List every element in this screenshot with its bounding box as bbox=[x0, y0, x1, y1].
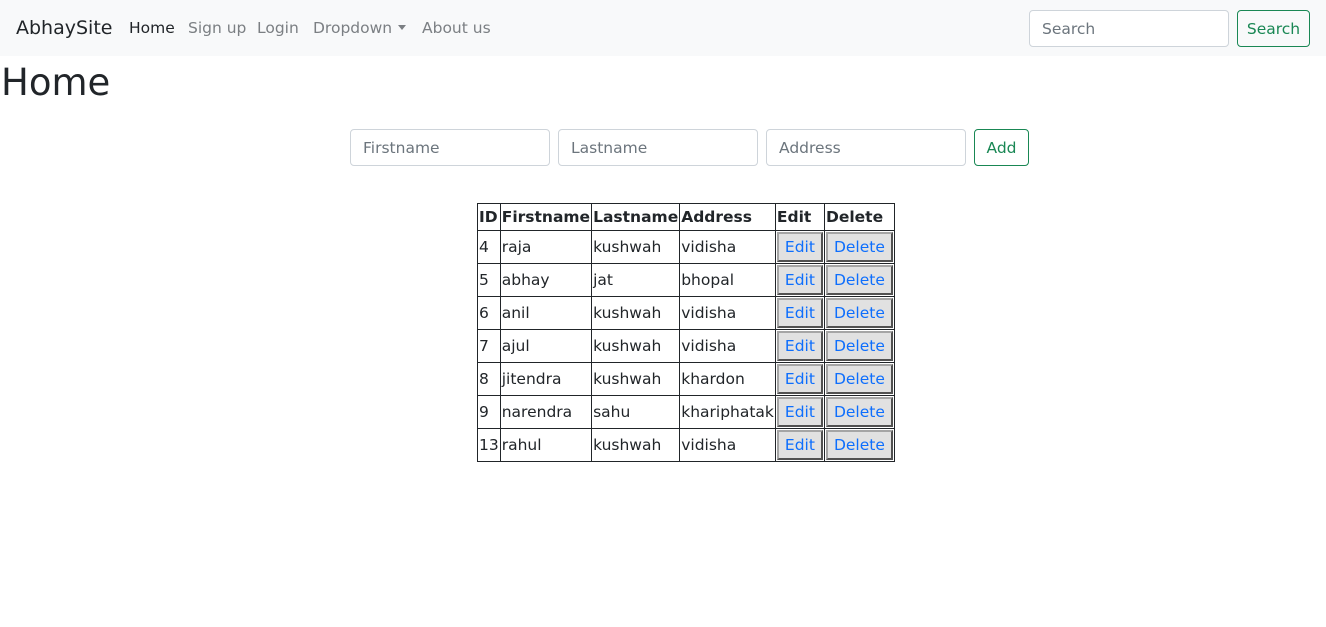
cell-edit: Edit bbox=[774, 395, 825, 429]
table-row: 7 ajul kushwah vidisha Edit Delete bbox=[477, 329, 895, 363]
cell-edit: Edit bbox=[774, 329, 825, 363]
edit-button[interactable]: Edit bbox=[776, 397, 823, 427]
address-input[interactable] bbox=[766, 129, 966, 166]
cell-id: 6 bbox=[477, 296, 501, 330]
header-id: ID bbox=[477, 203, 501, 231]
edit-button[interactable]: Edit bbox=[776, 430, 823, 460]
edit-button[interactable]: Edit bbox=[776, 298, 823, 328]
cell-address: bhopal bbox=[679, 263, 776, 297]
cell-firstname: anil bbox=[499, 296, 593, 330]
nav-item-about[interactable]: About us bbox=[422, 17, 491, 39]
cell-address: vidisha bbox=[679, 428, 776, 462]
cell-firstname: rahul bbox=[499, 428, 593, 462]
add-button[interactable]: Add bbox=[974, 129, 1029, 166]
delete-button[interactable]: Delete bbox=[825, 397, 893, 427]
cell-lastname: kushwah bbox=[591, 296, 681, 330]
navbar: AbhaySite Home Sign up Login Dropdown Ab… bbox=[0, 0, 1326, 56]
table-header-row: ID Firstname Lastname Address Edit Delet… bbox=[477, 203, 895, 231]
dropdown-label: Dropdown bbox=[313, 19, 393, 37]
cell-id: 8 bbox=[477, 362, 501, 396]
records-table: ID Firstname Lastname Address Edit Delet… bbox=[477, 203, 895, 462]
cell-id: 13 bbox=[477, 428, 501, 462]
search-button[interactable]: Search bbox=[1237, 10, 1310, 47]
cell-id: 9 bbox=[477, 395, 501, 429]
cell-firstname: ajul bbox=[499, 329, 593, 363]
table-row: 5 abhay jat bhopal Edit Delete bbox=[477, 263, 895, 297]
delete-button[interactable]: Delete bbox=[825, 364, 893, 394]
caret-down-icon bbox=[398, 25, 407, 30]
delete-button[interactable]: Delete bbox=[825, 430, 893, 460]
nav-item-signup[interactable]: Sign up bbox=[188, 17, 246, 39]
delete-button[interactable]: Delete bbox=[825, 331, 893, 361]
delete-button[interactable]: Delete bbox=[825, 298, 893, 328]
cell-delete: Delete bbox=[823, 230, 895, 264]
header-edit: Edit bbox=[774, 203, 825, 231]
cell-id: 7 bbox=[477, 329, 501, 363]
cell-edit: Edit bbox=[774, 230, 825, 264]
cell-lastname: kushwah bbox=[591, 329, 681, 363]
cell-firstname: narendra bbox=[499, 395, 593, 429]
page-title: Home bbox=[1, 61, 111, 104]
cell-address: vidisha bbox=[679, 230, 776, 264]
cell-id: 5 bbox=[477, 263, 501, 297]
cell-address: khariphatak bbox=[679, 395, 776, 429]
cell-lastname: sahu bbox=[591, 395, 681, 429]
firstname-input[interactable] bbox=[350, 129, 550, 166]
brand-link[interactable]: AbhaySite bbox=[16, 15, 112, 41]
header-lastname: Lastname bbox=[591, 203, 681, 231]
header-address: Address bbox=[679, 203, 776, 231]
edit-button[interactable]: Edit bbox=[776, 331, 823, 361]
cell-id: 4 bbox=[477, 230, 501, 264]
cell-address: khardon bbox=[679, 362, 776, 396]
table-row: 9 narendra sahu khariphatak Edit Delete bbox=[477, 395, 895, 429]
table-row: 4 raja kushwah vidisha Edit Delete bbox=[477, 230, 895, 264]
cell-lastname: jat bbox=[591, 263, 681, 297]
header-firstname: Firstname bbox=[499, 203, 593, 231]
edit-button[interactable]: Edit bbox=[776, 265, 823, 295]
table-body: 4 raja kushwah vidisha Edit Delete 5 abhay jat bh… bbox=[477, 230, 895, 462]
cell-firstname: abhay bbox=[499, 263, 593, 297]
lastname-input[interactable] bbox=[558, 129, 758, 166]
cell-edit: Edit bbox=[774, 263, 825, 297]
cell-edit: Edit bbox=[774, 362, 825, 396]
cell-address: vidisha bbox=[679, 329, 776, 363]
table-row: 13 rahul kushwah vidisha Edit Delete bbox=[477, 428, 895, 462]
cell-edit: Edit bbox=[774, 428, 825, 462]
table-row: 8 jitendra kushwah khardon Edit Delete bbox=[477, 362, 895, 396]
table-row: 6 anil kushwah vidisha Edit Delete bbox=[477, 296, 895, 330]
edit-button[interactable]: Edit bbox=[776, 364, 823, 394]
cell-delete: Delete bbox=[823, 362, 895, 396]
edit-button[interactable]: Edit bbox=[776, 232, 823, 262]
nav-item-home[interactable]: Home bbox=[129, 17, 175, 39]
search-input[interactable] bbox=[1029, 10, 1229, 47]
delete-button[interactable]: Delete bbox=[825, 265, 893, 295]
cell-delete: Delete bbox=[823, 296, 895, 330]
header-delete: Delete bbox=[823, 203, 895, 231]
cell-lastname: kushwah bbox=[591, 428, 681, 462]
cell-firstname: raja bbox=[499, 230, 593, 264]
cell-lastname: kushwah bbox=[591, 362, 681, 396]
cell-address: vidisha bbox=[679, 296, 776, 330]
cell-delete: Delete bbox=[823, 428, 895, 462]
nav-item-dropdown[interactable]: Dropdown bbox=[313, 17, 407, 39]
cell-delete: Delete bbox=[823, 395, 895, 429]
delete-button[interactable]: Delete bbox=[825, 232, 893, 262]
cell-lastname: kushwah bbox=[591, 230, 681, 264]
cell-delete: Delete bbox=[823, 263, 895, 297]
cell-firstname: jitendra bbox=[499, 362, 593, 396]
cell-delete: Delete bbox=[823, 329, 895, 363]
cell-edit: Edit bbox=[774, 296, 825, 330]
nav-item-login[interactable]: Login bbox=[257, 17, 299, 39]
